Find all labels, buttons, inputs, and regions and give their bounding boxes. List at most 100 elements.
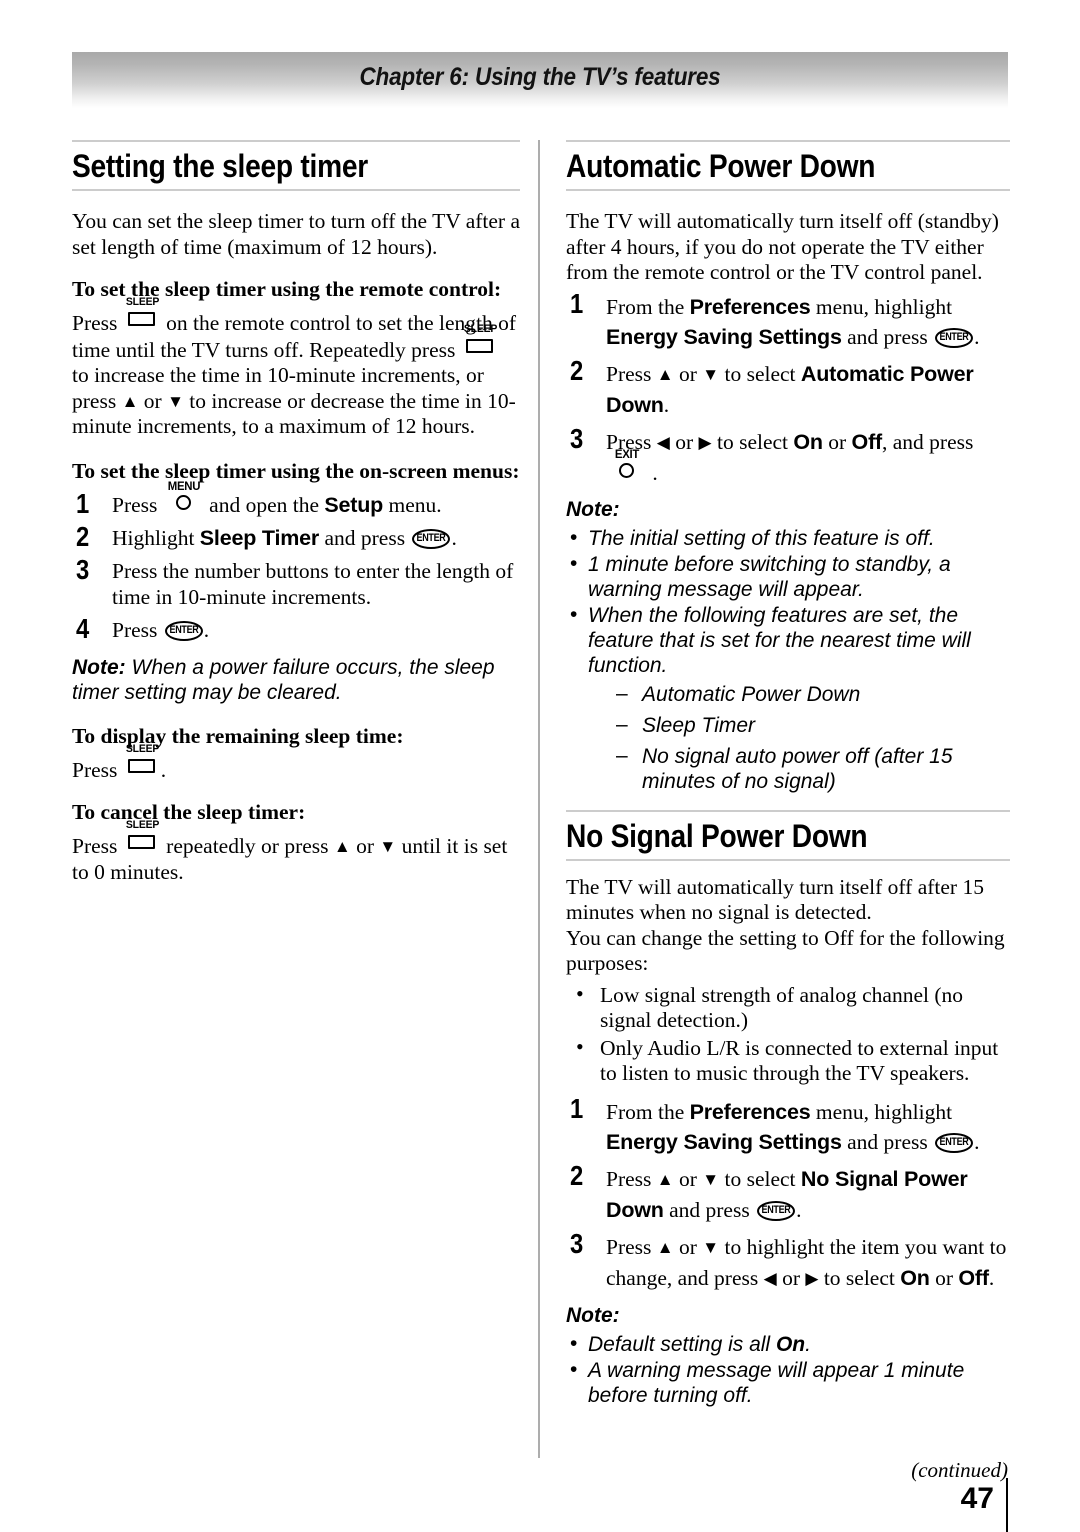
note-label-apd: Note:: [566, 497, 620, 521]
step-text-a: From the: [606, 1099, 685, 1124]
step-text-c: to select: [724, 1166, 796, 1191]
step-number: 1: [570, 287, 584, 319]
period-1: .: [160, 757, 167, 782]
step-text-a: Press: [606, 361, 652, 386]
step-text-c: and press: [847, 1129, 928, 1154]
note-sub-list: Automatic Power Down Sleep Timer No sign…: [588, 681, 1010, 794]
menu-name-energy-saving-settings: Energy Saving Settings: [606, 324, 842, 349]
down-arrow-icon: ▼: [702, 1237, 720, 1257]
step-text-e: , and press: [882, 429, 974, 454]
up-arrow-icon: ▲: [656, 1237, 674, 1257]
step-text-e: to select: [823, 1265, 895, 1290]
step-text-b: and open the: [209, 492, 320, 517]
step-period: .: [796, 1197, 802, 1222]
or-label-2: or: [356, 834, 375, 858]
step-text-a: Highlight: [112, 525, 195, 550]
menu-icon: MENU: [165, 480, 203, 513]
up-arrow-icon: ▲: [121, 391, 139, 411]
page-number: 47: [960, 1482, 994, 1515]
right-arrow-icon: ▶: [805, 1268, 819, 1288]
step-number: 2: [76, 520, 90, 552]
no-signal-power-down-steps: 1 From the Preferences menu, highlight E…: [566, 1092, 1010, 1294]
note-bullet: 1 minute before switching to standby, a …: [566, 551, 1010, 602]
down-arrow-icon: ▼: [702, 364, 720, 384]
option-off: Off: [958, 1265, 989, 1290]
step-text-b: or: [678, 361, 697, 386]
step-text-c: to select: [716, 429, 789, 454]
page-title-automatic-power-down: Automatic Power Down: [566, 148, 876, 184]
step-text-b: or: [678, 1234, 697, 1259]
step-text-or: or: [935, 1265, 953, 1290]
step-text-a: Press: [606, 1166, 652, 1191]
step-text-d: and press: [669, 1197, 750, 1222]
down-arrow-icon: ▼: [167, 391, 184, 411]
press-label-1: Press: [72, 311, 118, 335]
enter-icon: ENTER: [935, 327, 974, 348]
chapter-title: Chapter 6: Using the TV’s features: [359, 63, 721, 91]
page-title-sleep-timer: Setting the sleep timer: [72, 148, 368, 184]
note-label: Note:: [72, 655, 126, 679]
left-arrow-icon: ◀: [656, 432, 670, 452]
step-item: 1 From the Preferences menu, highlight E…: [566, 287, 1010, 352]
enter-icon: ENTER: [935, 1132, 974, 1153]
note-bullet: A warning message will appear 1 minute b…: [566, 1357, 1010, 1408]
step-item: 2 Highlight Sleep Timer and press ENTER …: [72, 520, 520, 552]
step-item: 3 Press the number buttons to enter the …: [72, 553, 520, 610]
down-arrow-icon: ▼: [379, 837, 397, 856]
instruction-text-3: to increase or decrease the time in 10-m…: [72, 388, 516, 439]
step-text-b: menu, highlight: [815, 294, 953, 319]
page-title-no-signal-power-down: No Signal Power Down: [566, 817, 868, 854]
step-text-a: Press: [112, 492, 158, 517]
step-text-a: From the: [606, 294, 685, 319]
step-number: 3: [76, 553, 90, 585]
menu-name-preferences: Preferences: [689, 1099, 811, 1124]
section-header-no-signal-power-down: No Signal Power Down: [566, 809, 1010, 861]
up-arrow-icon: ▲: [656, 364, 674, 384]
step-period: .: [974, 324, 980, 349]
step-period: .: [974, 1129, 980, 1154]
note-list-apd: The initial setting of this feature is o…: [566, 525, 1010, 794]
automatic-power-down-steps: 1 From the Preferences menu, highlight E…: [566, 287, 1010, 488]
note-text: When a power failure occurs, the sleep t…: [72, 655, 495, 704]
instruction-text-4: repeatedly or press: [166, 834, 329, 858]
sleep-icon: SLEEP: [125, 820, 159, 855]
step-text-c: to select: [724, 361, 796, 386]
menu-name-sleep-timer: Sleep Timer: [199, 525, 320, 550]
menu-name-energy-saving-settings: Energy Saving Settings: [606, 1129, 842, 1154]
note-label-nspd: Note:: [566, 1303, 620, 1327]
option-off: Off: [851, 429, 883, 454]
step-item: 1 From the Preferences menu, highlight E…: [566, 1092, 1010, 1157]
list-item: Low signal strength of analog channel (n…: [566, 981, 1010, 1034]
note-list-nspd: Default setting is all On. A warning mes…: [566, 1331, 1010, 1408]
left-arrow-icon: ◀: [763, 1268, 777, 1288]
step-text-c: and press: [847, 324, 928, 349]
step-number: 1: [570, 1092, 584, 1124]
automatic-power-down-intro: The TV will automatically turn itself of…: [566, 209, 999, 284]
step-number: 3: [570, 422, 584, 454]
press-label-3: Press: [72, 834, 118, 858]
step-item: 3 Press ◀ or ▶ to select On or Off, and …: [566, 422, 1010, 488]
note-sub-item: Automatic Power Down: [616, 681, 1010, 707]
section-header-sleep-timer: Setting the sleep timer: [72, 140, 520, 191]
cancel-sleep-timer-instruction: Press SLEEP repeatedly or press ▲ or ▼ u…: [72, 820, 520, 885]
note-sub-item: Sleep Timer: [616, 712, 1010, 738]
sleep-timer-intro: You can set the sleep timer to turn off …: [72, 209, 521, 259]
up-arrow-icon: ▲: [656, 1169, 674, 1189]
step-text-b: and press: [324, 525, 406, 550]
note-period: .: [805, 1332, 811, 1356]
step-period: .: [203, 617, 210, 642]
column-divider: [538, 140, 540, 1458]
display-remaining-instruction: Press SLEEP .: [72, 743, 520, 784]
step-text-c: menu.: [388, 492, 442, 517]
step-number: 1: [76, 487, 90, 519]
option-on: On: [900, 1265, 930, 1290]
step-number: 3: [570, 1227, 584, 1259]
page-edge-rule: [1006, 1478, 1008, 1532]
enter-icon: ENTER: [757, 1200, 796, 1221]
enter-icon: ENTER: [164, 620, 203, 641]
step-number: 2: [570, 354, 584, 386]
section-header-automatic-power-down: Automatic Power Down: [566, 140, 1010, 191]
menu-name-preferences: Preferences: [689, 294, 811, 319]
note-bullet-text: Default setting is all: [588, 1332, 776, 1356]
note-power-failure: Note: When a power failure occurs, the s…: [72, 655, 520, 705]
